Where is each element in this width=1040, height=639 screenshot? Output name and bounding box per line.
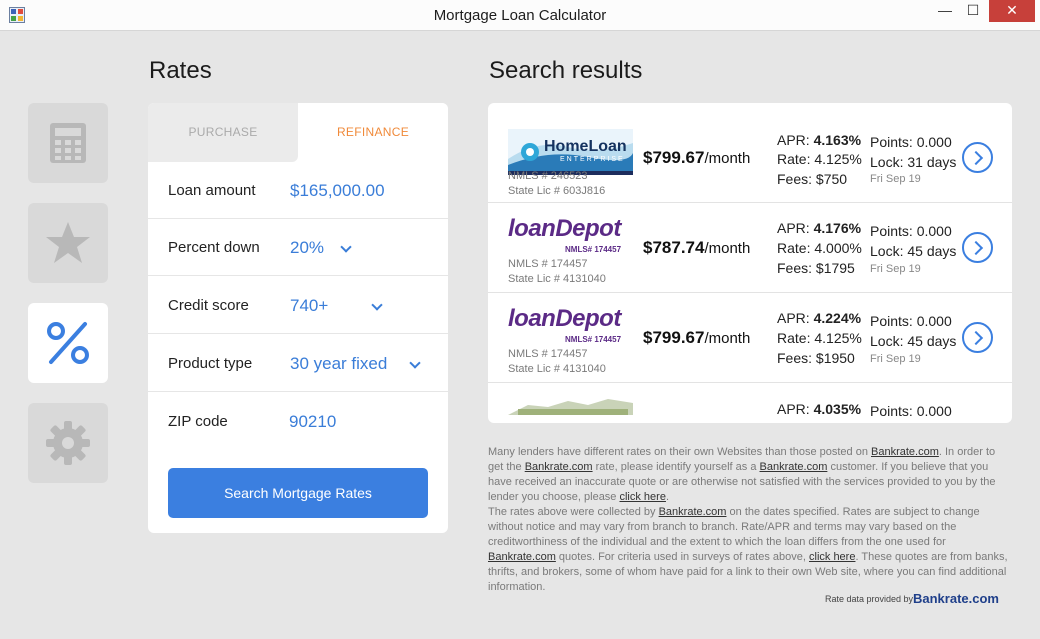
- points-value: Points: 0.000: [870, 313, 952, 329]
- zip-code-label: ZIP code: [168, 413, 228, 430]
- logo-text: HomeLoan: [544, 138, 627, 155]
- bankrate-link[interactable]: Bankrate.com: [760, 461, 828, 473]
- loan-type-tabs: PURCHASE REFINANCE: [148, 103, 448, 162]
- fees-value: Fees: $750: [777, 171, 848, 187]
- rate-value: Rate: 4.125%: [777, 330, 862, 346]
- results-panel: HomeLoan ENTERPRISE NMLS # 246523 State …: [488, 103, 1012, 423]
- result-item[interactable]: APR: 4.035% Points: 0.000: [488, 383, 1012, 423]
- rates-heading: Rates: [149, 57, 212, 84]
- lender-logo: loanDepot NMLS# 174457: [508, 215, 633, 261]
- product-type-row: Product type 30 year fixed: [148, 335, 448, 392]
- provided-by-label: Rate data provided by: [825, 594, 914, 604]
- chevron-right-icon[interactable]: [962, 232, 993, 263]
- product-type-select[interactable]: 30 year fixed: [290, 335, 387, 392]
- bankrate-link[interactable]: Bankrate.com: [659, 506, 727, 518]
- chevron-down-icon[interactable]: [409, 357, 421, 369]
- bankrate-link[interactable]: Bankrate.com: [871, 446, 939, 458]
- nav-rates[interactable]: [28, 303, 108, 383]
- chevron-right-icon[interactable]: [962, 142, 993, 173]
- click-here-link[interactable]: click here: [619, 491, 665, 503]
- lock-value: Lock: 31 days: [870, 154, 957, 170]
- quote-date: Fri Sep 19: [870, 263, 921, 275]
- monthly-payment: $799.67/month: [643, 148, 751, 167]
- percent-down-label: Percent down: [168, 239, 260, 256]
- apr-value: APR: 4.035%: [777, 401, 862, 417]
- lender-logo: loanDepot NMLS# 174457: [508, 305, 633, 351]
- apr-value: APR: 4.176%: [777, 220, 862, 236]
- nav-favorites[interactable]: [28, 203, 108, 283]
- window-title: Mortgage Loan Calculator: [433, 7, 607, 24]
- disclaimer-text: Many lenders have different rates on the…: [488, 446, 1008, 593]
- nmls-number: NMLS # 174457: [508, 348, 588, 360]
- logo-subtext: NMLS# 174457: [565, 335, 622, 344]
- product-type-label: Product type: [168, 355, 253, 372]
- points-value: Points: 0.000: [870, 223, 952, 239]
- close-button[interactable]: ✕: [989, 0, 1035, 22]
- tab-refinance[interactable]: REFINANCE: [298, 103, 448, 162]
- nav-settings[interactable]: [28, 403, 108, 483]
- rate-value: Rate: 4.125%: [777, 151, 862, 167]
- search-mortgage-rates-button[interactable]: Search Mortgage Rates: [168, 468, 428, 518]
- nmls-number: NMLS # 246523: [508, 170, 588, 182]
- chevron-down-icon[interactable]: [371, 299, 383, 311]
- bankrate-link[interactable]: Bankrate.com: [525, 461, 593, 473]
- state-license: State Lic # 4131040: [508, 273, 606, 285]
- credit-score-select[interactable]: 740+: [290, 277, 328, 334]
- lock-value: Lock: 45 days: [870, 243, 957, 259]
- apr-value: APR: 4.163%: [777, 132, 862, 148]
- zip-code-input[interactable]: 90210: [289, 393, 336, 450]
- bankrate-logo[interactable]: Bankrate.com: [913, 591, 999, 606]
- nmls-number: NMLS # 174457: [508, 258, 588, 270]
- minimize-button[interactable]: —: [932, 0, 958, 22]
- bankrate-link[interactable]: Bankrate.com: [488, 551, 556, 563]
- loan-amount-label: Loan amount: [168, 182, 256, 199]
- points-value: Points: 0.000: [870, 403, 952, 419]
- star-icon: [46, 222, 90, 263]
- lender-logo: [508, 393, 633, 415]
- logo-subtext: ENTERPRISE: [560, 156, 625, 163]
- state-license: State Lic # 4131040: [508, 363, 606, 375]
- percent-icon: [47, 322, 89, 364]
- maximize-button[interactable]: ☐: [960, 0, 986, 22]
- credit-score-label: Credit score: [168, 297, 249, 314]
- points-value: Points: 0.000: [870, 134, 952, 150]
- loan-amount-input[interactable]: $165,000.00: [290, 162, 385, 219]
- quote-date: Fri Sep 19: [870, 173, 921, 185]
- chevron-down-icon[interactable]: [340, 241, 352, 253]
- result-item[interactable]: HomeLoan ENTERPRISE NMLS # 246523 State …: [488, 113, 1012, 203]
- result-item[interactable]: loanDepot NMLS# 174457 NMLS # 174457 Sta…: [488, 203, 1012, 293]
- click-here-link[interactable]: click here: [809, 551, 855, 563]
- fees-value: Fees: $1795: [777, 260, 855, 276]
- nav-calculator[interactable]: [28, 103, 108, 183]
- rate-value: Rate: 4.000%: [777, 240, 862, 256]
- gear-icon: [46, 421, 90, 465]
- calculator-icon: [50, 123, 86, 163]
- loan-amount-row: Loan amount $165,000.00: [148, 162, 448, 219]
- percent-down-row: Percent down 20%: [148, 219, 448, 276]
- quote-date: Fri Sep 19: [870, 353, 921, 365]
- logo-text: loanDepot: [508, 305, 621, 332]
- percent-down-select[interactable]: 20%: [290, 219, 324, 276]
- tab-purchase[interactable]: PURCHASE: [148, 103, 298, 162]
- monthly-payment: $799.67/month: [643, 328, 751, 347]
- chevron-right-icon[interactable]: [962, 322, 993, 353]
- credit-score-row: Credit score 740+: [148, 277, 448, 334]
- rates-panel: PURCHASE REFINANCE Loan amount $165,000.…: [148, 103, 448, 533]
- apr-value: APR: 4.224%: [777, 310, 862, 326]
- fees-value: Fees: $1950: [777, 350, 855, 366]
- lock-value: Lock: 45 days: [870, 333, 957, 349]
- logo-text: loanDepot: [508, 215, 621, 242]
- zip-code-row: ZIP code 90210: [148, 393, 448, 450]
- results-heading: Search results: [489, 57, 643, 84]
- state-license: State Lic # 603J816: [508, 185, 606, 197]
- logo-subtext: NMLS# 174457: [565, 245, 622, 254]
- title-bar: Mortgage Loan Calculator — ☐ ✕: [0, 0, 1040, 31]
- result-item[interactable]: loanDepot NMLS# 174457 NMLS # 174457 Sta…: [488, 293, 1012, 383]
- lender-logo: HomeLoan ENTERPRISE: [508, 129, 633, 175]
- monthly-payment: $787.74/month: [643, 238, 751, 257]
